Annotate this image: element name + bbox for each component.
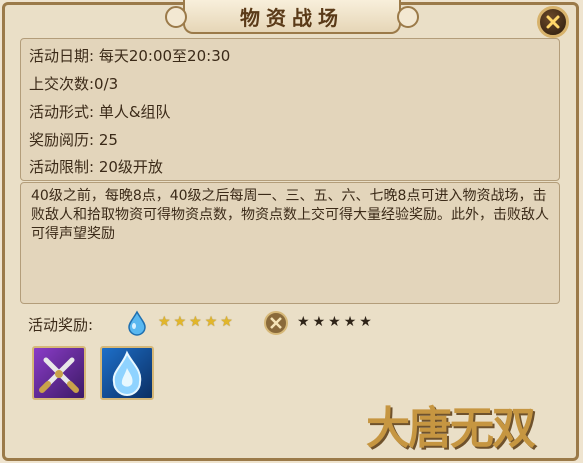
reward-label: 活动奖励: — [28, 316, 94, 334]
star-icon: ★ — [220, 314, 233, 330]
star-icon: ★ — [343, 314, 357, 330]
info-box: 活动日期: 每天20:00至20:30 上交次数:0/3 活动形式: 单人&组队… — [20, 38, 560, 181]
star-icon: ★ — [359, 314, 372, 330]
prestige-coin-icon — [264, 311, 288, 335]
activity-description: 40级之前，每晚8点，40级之后每周一、三、五、六、七晚8点可进入物资战场，击败… — [20, 182, 560, 304]
star-icon: ★ — [328, 314, 341, 330]
star-icon: ★ — [297, 314, 310, 330]
reward-item-prestige[interactable] — [32, 346, 86, 400]
star-icon: ★ — [204, 314, 218, 330]
close-button[interactable] — [537, 6, 569, 38]
activity-limit: 活动限制: 20级开放 — [29, 158, 163, 176]
close-icon — [546, 15, 560, 29]
page-title: 物资战场 — [240, 5, 344, 30]
star-icon: ★ — [312, 314, 326, 330]
activity-form: 活动形式: 单人&组队 — [29, 103, 171, 121]
submit-count: 上交次数:0/3 — [29, 75, 119, 93]
star-icon: ★ — [189, 314, 202, 330]
activity-date: 活动日期: 每天20:00至20:30 — [29, 47, 231, 65]
reward-experience: 奖励阅历: 25 — [29, 131, 118, 149]
star-icon: ★ — [173, 314, 187, 330]
title-plate: 物资战场 — [165, 0, 419, 34]
crossed-swords-icon — [39, 357, 79, 393]
water-drop-icon — [128, 310, 146, 336]
reward-item-experience[interactable] — [100, 346, 154, 400]
game-logo: 大唐无双 — [366, 403, 536, 454]
experience-stars: ★ ★ ★ ★ ★ — [158, 315, 233, 329]
star-icon: ★ — [158, 314, 171, 330]
blue-flame-icon — [112, 350, 142, 396]
prestige-stars: ★ ★ ★ ★ ★ — [297, 315, 372, 329]
